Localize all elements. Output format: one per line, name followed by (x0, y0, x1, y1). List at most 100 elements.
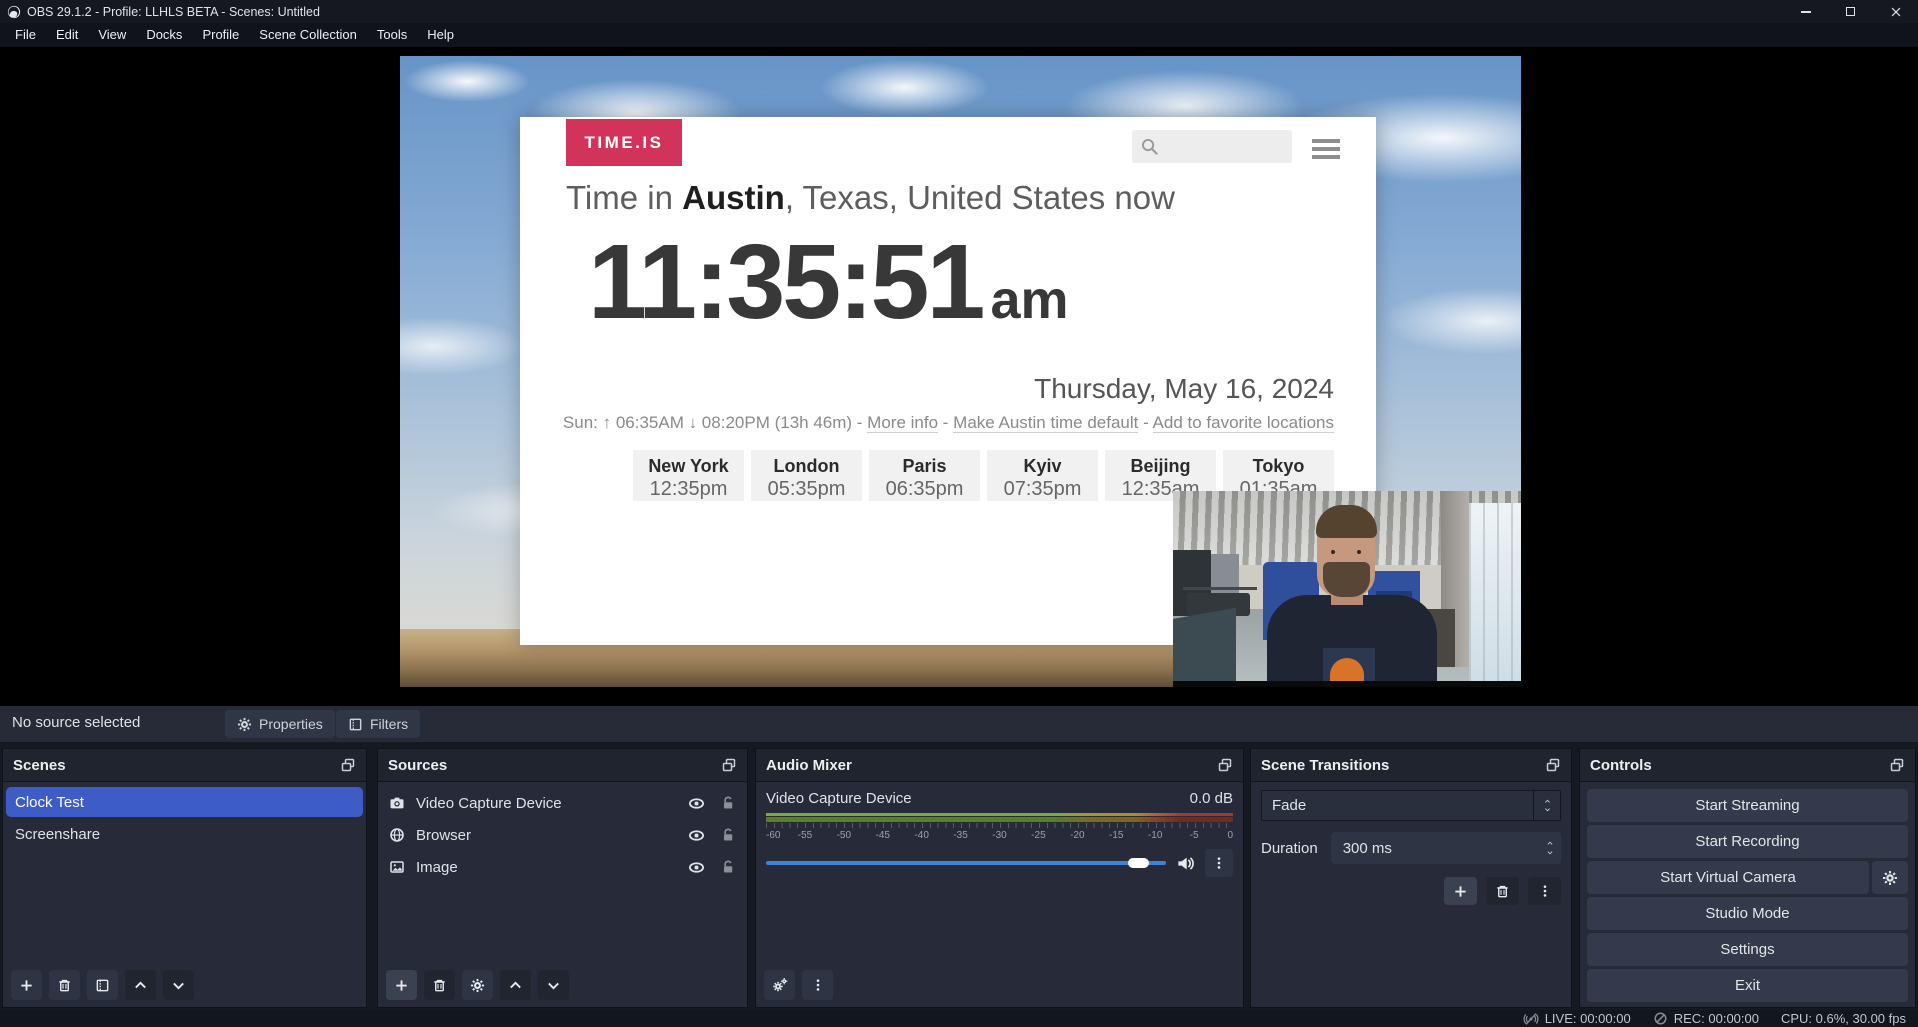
popout-icon[interactable] (1217, 757, 1233, 773)
audio-channel-menu-button[interactable] (1205, 849, 1233, 877)
scenes-panel-header: Scenes (3, 749, 366, 782)
volume-slider[interactable] (766, 853, 1166, 873)
chevron-down-icon (546, 978, 561, 993)
source-properties-button[interactable] (462, 970, 493, 1000)
popout-icon[interactable] (1889, 757, 1905, 773)
minimize-icon (1801, 11, 1811, 13)
current-date: Thursday, May 16, 2024 (1034, 373, 1334, 405)
audio-mixer-toolbar (756, 963, 1243, 1007)
menu-scene-collection[interactable]: Scene Collection (249, 23, 367, 47)
popout-icon[interactable] (1545, 757, 1561, 773)
transition-menu-button[interactable] (1528, 877, 1561, 905)
exit-button[interactable]: Exit (1587, 969, 1908, 1002)
menu-view[interactable]: View (88, 23, 136, 47)
sources-list: Video Capture Device Browser Image (378, 782, 747, 882)
remove-transition-button[interactable] (1486, 877, 1519, 905)
scene-move-down-button[interactable] (163, 970, 194, 1000)
speaker-icon[interactable] (1176, 854, 1195, 873)
city-tile: London05:35pm (751, 450, 862, 501)
rec-timer: REC: 00:00:00 (1674, 1011, 1759, 1026)
advanced-audio-button[interactable] (764, 970, 795, 1000)
spin-chevrons-icon[interactable] (1545, 840, 1555, 856)
virtual-camera-config-button[interactable] (1872, 861, 1908, 894)
lock-open-icon[interactable] (720, 859, 736, 875)
volume-meter-secondary (766, 817, 1233, 822)
source-row-video-capture[interactable]: Video Capture Device (378, 788, 747, 818)
visibility-eye-icon[interactable] (688, 859, 705, 876)
webcam-video-source[interactable] (1173, 491, 1521, 687)
popout-icon[interactable] (340, 757, 356, 773)
menu-help[interactable]: Help (417, 23, 464, 47)
sources-panel-header: Sources (378, 749, 747, 782)
transition-selected-value: Fade (1272, 797, 1306, 814)
chevron-up-icon (508, 978, 523, 993)
remove-scene-button[interactable] (49, 970, 80, 1000)
timeis-clock: 11:35:51 am (588, 229, 1069, 335)
settings-button[interactable]: Settings (1587, 933, 1908, 966)
gear-icon (1882, 870, 1898, 886)
window-title-bar[interactable]: OBS 29.1.2 - Profile: LLHLS BETA - Scene… (0, 0, 1918, 23)
start-streaming-button[interactable]: Start Streaming (1587, 789, 1908, 822)
sources-toolbar (378, 963, 747, 1007)
menu-tools[interactable]: Tools (367, 23, 417, 47)
city-tile: New York12:35pm (633, 450, 744, 501)
cpu-fps-stats: CPU: 0.6%, 30.00 fps (1781, 1011, 1906, 1026)
menu-file[interactable]: File (5, 23, 46, 47)
controls-header: Controls (1580, 749, 1915, 782)
program-preview[interactable]: TIME.IS Time in Austin, Texas, United St… (400, 56, 1521, 687)
timeis-heading: Time in Austin, Texas, United States now (566, 179, 1175, 217)
double-gear-icon (772, 977, 788, 993)
city-tile: Paris06:35pm (869, 450, 980, 501)
menu-edit[interactable]: Edit (46, 23, 88, 47)
status-bar: LIVE: 00:00:00 REC: 00:00:00 CPU: 0.6%, … (0, 1010, 1918, 1027)
scene-move-up-button[interactable] (125, 970, 156, 1000)
properties-button[interactable]: Properties (225, 710, 335, 738)
lock-open-icon[interactable] (720, 795, 736, 811)
live-timer: LIVE: 00:00:00 (1545, 1011, 1631, 1026)
current-time: 11:35:51 (588, 229, 982, 335)
minimize-button[interactable] (1783, 0, 1828, 23)
maximize-button[interactable] (1828, 0, 1873, 23)
duration-value: 300 ms (1343, 840, 1392, 857)
scene-filters-button[interactable] (87, 970, 118, 1000)
remove-source-button[interactable] (424, 970, 455, 1000)
source-row-image[interactable]: Image (378, 852, 747, 882)
preview-canvas-area: TIME.IS Time in Austin, Texas, United St… (0, 47, 1918, 706)
add-source-button[interactable] (386, 970, 417, 1000)
kebab-icon (1538, 884, 1552, 898)
close-button[interactable] (1873, 0, 1918, 23)
controls-panel: Controls Start Streaming Start Recording… (1579, 748, 1916, 1008)
transition-select[interactable]: Fade (1261, 790, 1561, 821)
menu-profile[interactable]: Profile (192, 23, 249, 47)
obs-logo-icon (7, 5, 21, 19)
filter-icon (95, 978, 110, 993)
timeis-logo: TIME.IS (566, 119, 682, 166)
add-transition-button[interactable] (1444, 877, 1477, 905)
popout-icon[interactable] (721, 757, 737, 773)
source-move-down-button[interactable] (538, 970, 569, 1000)
camera-icon (389, 795, 405, 811)
scene-item-clock-test[interactable]: Clock Test (6, 787, 363, 817)
visibility-eye-icon[interactable] (688, 795, 705, 812)
volume-meter (766, 813, 1233, 816)
visibility-eye-icon[interactable] (688, 827, 705, 844)
source-row-browser[interactable]: Browser (378, 820, 747, 850)
source-move-up-button[interactable] (500, 970, 531, 1000)
menu-docks[interactable]: Docks (136, 23, 192, 47)
globe-icon (389, 827, 405, 843)
add-scene-button[interactable] (11, 970, 42, 1000)
start-recording-button[interactable]: Start Recording (1587, 825, 1908, 858)
start-virtual-camera-button[interactable]: Start Virtual Camera (1587, 861, 1869, 894)
window-title: OBS 29.1.2 - Profile: LLHLS BETA - Scene… (27, 5, 320, 19)
record-off-icon (1653, 1011, 1668, 1026)
mixer-menu-button[interactable] (802, 970, 833, 1000)
menu-bar: File Edit View Docks Profile Scene Colle… (0, 23, 1918, 47)
volume-slider-handle[interactable] (1128, 858, 1149, 868)
audio-mixer-header: Audio Mixer (756, 749, 1243, 782)
scene-item-screenshare[interactable]: Screenshare (6, 819, 363, 849)
lock-open-icon[interactable] (720, 827, 736, 843)
studio-mode-button[interactable]: Studio Mode (1587, 897, 1908, 930)
duration-spinbox[interactable]: 300 ms (1331, 832, 1561, 864)
chevron-down-icon (171, 978, 186, 993)
filters-button[interactable]: Filters (336, 710, 420, 738)
